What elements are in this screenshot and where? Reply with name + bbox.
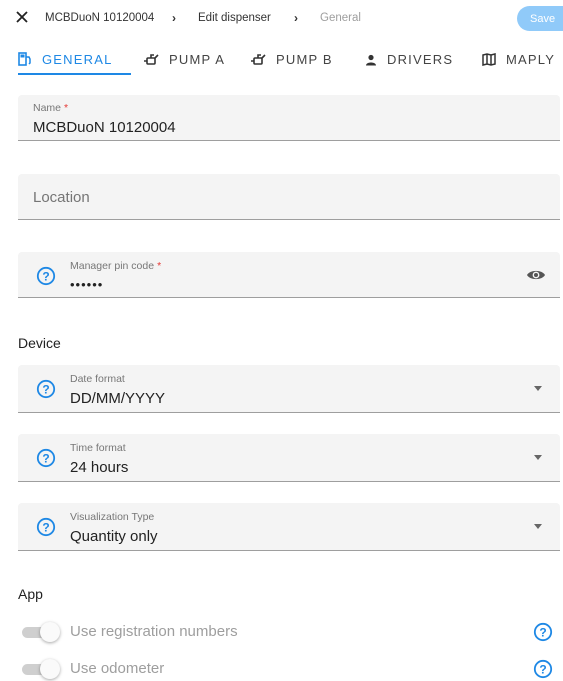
- tab-general-label: GENERAL: [42, 52, 113, 67]
- date-format-value: DD/MM/YYYY: [70, 390, 166, 407]
- tab-general[interactable]: GENERAL: [18, 52, 113, 67]
- chevron-down-icon[interactable]: [534, 524, 542, 529]
- svg-text:?: ?: [42, 520, 49, 534]
- tab-maply[interactable]: MAPLY: [482, 52, 555, 67]
- tab-drivers-label: DRIVERS: [387, 52, 454, 67]
- odometer-toggle-label: Use odometer: [70, 660, 165, 677]
- app-section-title: App: [18, 586, 43, 602]
- svg-text:?: ?: [539, 662, 546, 676]
- map-icon: [482, 53, 496, 66]
- name-field[interactable]: Name * MCBDuoN 10120004: [18, 95, 560, 141]
- visibility-icon[interactable]: [526, 268, 546, 282]
- help-icon[interactable]: ?: [36, 379, 56, 399]
- date-format-label: Date format: [70, 373, 125, 385]
- chevron-down-icon[interactable]: [534, 455, 542, 460]
- registration-toggle-thumb[interactable]: [40, 622, 60, 642]
- help-icon[interactable]: ?: [36, 517, 56, 537]
- help-icon[interactable]: ?: [36, 448, 56, 468]
- tab-pump-b-label: PUMP B: [276, 52, 333, 67]
- svg-text:?: ?: [42, 382, 49, 396]
- tab-drivers[interactable]: DRIVERS: [365, 52, 453, 67]
- manager-pin-label: Manager pin code *: [70, 260, 162, 272]
- chevron-right-icon: ›: [294, 11, 298, 25]
- breadcrumb-dispenser[interactable]: MCBDuoN 10120004: [45, 12, 154, 24]
- toggle-row-registration: Use registration numbers ?: [18, 620, 560, 644]
- top-bar: MCBDuoN 10120004 › Edit dispenser › Gene…: [0, 0, 563, 38]
- name-field-value[interactable]: MCBDuoN 10120004: [33, 119, 176, 136]
- date-format-select[interactable]: ? Date format DD/MM/YYYY: [18, 365, 560, 413]
- location-field[interactable]: Location: [18, 174, 560, 220]
- pump-icon: [144, 54, 159, 65]
- svg-text:?: ?: [42, 451, 49, 465]
- time-format-value: 24 hours: [70, 459, 129, 476]
- help-icon[interactable]: ?: [533, 622, 553, 642]
- tab-pump-a-label: PUMP A: [169, 52, 226, 67]
- tab-pump-a[interactable]: PUMP A: [143, 52, 225, 67]
- tab-bar: GENERAL PUMP A PUMP B DRIVERS MAPLY: [0, 40, 563, 82]
- registration-toggle-label: Use registration numbers: [70, 623, 238, 640]
- time-format-label: Time format: [70, 442, 126, 454]
- visualization-type-select[interactable]: ? Visualization Type Quantity only: [18, 503, 560, 551]
- help-icon[interactable]: ?: [36, 266, 56, 286]
- name-field-label: Name *: [33, 102, 69, 114]
- close-icon[interactable]: [14, 9, 30, 25]
- visualization-type-label: Visualization Type: [70, 511, 155, 523]
- chevron-right-icon: ›: [172, 11, 176, 25]
- pump-icon: [251, 54, 266, 65]
- odometer-toggle-thumb[interactable]: [40, 659, 60, 679]
- manager-pin-value[interactable]: ••••••: [70, 277, 103, 292]
- location-placeholder: Location: [33, 189, 90, 206]
- person-icon: [366, 54, 376, 66]
- save-button[interactable]: Save: [517, 6, 563, 31]
- device-section-title: Device: [18, 335, 61, 351]
- tab-maply-label: MAPLY: [506, 52, 556, 67]
- help-icon[interactable]: ?: [533, 659, 553, 679]
- svg-text:?: ?: [539, 625, 546, 639]
- visualization-type-value: Quantity only: [70, 528, 158, 545]
- toggle-row-odometer: Use odometer ?: [18, 657, 560, 681]
- manager-pin-field[interactable]: ? Manager pin code * ••••••: [18, 252, 560, 298]
- svg-text:?: ?: [42, 269, 49, 283]
- active-tab-indicator: [18, 73, 131, 75]
- tab-pump-b[interactable]: PUMP B: [250, 52, 333, 67]
- breadcrumb-edit-dispenser[interactable]: Edit dispenser: [198, 12, 271, 24]
- chevron-down-icon[interactable]: [534, 386, 542, 391]
- breadcrumb-general: General: [320, 12, 361, 24]
- gas-station-icon: [18, 52, 31, 66]
- time-format-select[interactable]: ? Time format 24 hours: [18, 434, 560, 482]
